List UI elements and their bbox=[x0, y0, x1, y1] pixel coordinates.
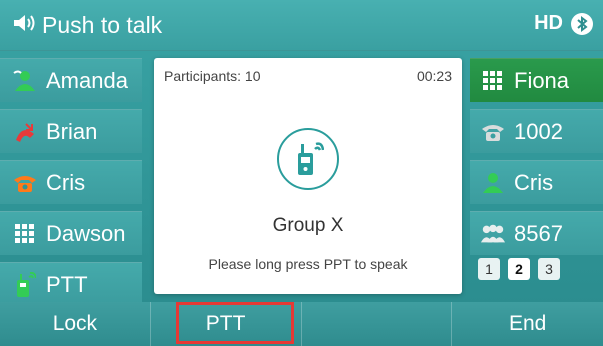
page-1[interactable]: 1 bbox=[478, 258, 500, 280]
page-3[interactable]: 3 bbox=[538, 258, 560, 280]
line-key-brian[interactable]: Brian bbox=[0, 109, 142, 153]
line-key-label: Fiona bbox=[514, 67, 570, 93]
status-bar: Push to talk HD bbox=[0, 0, 603, 51]
line-key-label: 8567 bbox=[514, 220, 563, 246]
walkie-talkie-icon bbox=[12, 271, 38, 298]
lock-softkey[interactable]: Lock bbox=[0, 302, 151, 346]
empty-softkey[interactable] bbox=[302, 302, 453, 346]
walkie-talkie-icon bbox=[277, 128, 339, 190]
speak-hint: Please long press PPT to speak bbox=[208, 256, 408, 272]
line-key-dawson[interactable]: Dawson bbox=[0, 211, 142, 255]
handset-orange-icon bbox=[12, 170, 38, 196]
contact-online-icon bbox=[12, 68, 38, 94]
ptt-softkey[interactable]: PTT bbox=[151, 302, 302, 346]
right-line-keys: Fiona 1002 Cris 8567 bbox=[470, 58, 603, 262]
group-name: Group X bbox=[272, 215, 344, 236]
line-key-ptt[interactable]: PTT bbox=[0, 262, 142, 306]
softkey-bar: Lock PTT End bbox=[0, 302, 603, 346]
line-key-label: Brian bbox=[46, 118, 98, 144]
hd-badge: HD bbox=[534, 12, 563, 34]
ptt-call-panel: Participants: 10 00:23 Group X Please lo… bbox=[154, 58, 462, 294]
line-key-cris-right[interactable]: Cris bbox=[470, 160, 603, 204]
title-group: Push to talk bbox=[12, 11, 162, 39]
line-key-label: 1002 bbox=[514, 118, 563, 144]
line-key-label: Dawson bbox=[46, 220, 126, 246]
line-key-1002[interactable]: 1002 bbox=[470, 109, 603, 153]
page-indicator: 1 2 3 bbox=[478, 258, 560, 280]
line-key-fiona[interactable]: Fiona bbox=[470, 58, 603, 102]
left-line-keys: Amanda Brian Cris Dawson PTT bbox=[0, 58, 142, 313]
group-icon bbox=[480, 221, 506, 247]
call-timer: 00:23 bbox=[416, 68, 452, 84]
line-key-8567[interactable]: 8567 bbox=[470, 211, 603, 255]
bluetooth-icon bbox=[571, 12, 593, 35]
page-title: Push to talk bbox=[42, 12, 163, 38]
dialpad-icon bbox=[480, 68, 506, 94]
line-key-label: PTT bbox=[46, 271, 88, 297]
phone-gray-icon bbox=[480, 119, 506, 145]
line-key-cris[interactable]: Cris bbox=[0, 160, 142, 204]
end-softkey[interactable]: End bbox=[452, 302, 603, 346]
participants-count: Participants: 10 bbox=[164, 68, 261, 84]
speaker-icon bbox=[12, 12, 36, 39]
line-key-amanda[interactable]: Amanda bbox=[0, 58, 142, 102]
status-icons: HD bbox=[534, 12, 593, 35]
contact-online-icon bbox=[480, 170, 506, 196]
missed-call-icon bbox=[12, 119, 38, 145]
phone-screen: Push to talk HD Amanda Brian Cris Dawson… bbox=[0, 0, 603, 346]
page-2[interactable]: 2 bbox=[508, 258, 530, 280]
line-key-label: Cris bbox=[514, 169, 554, 195]
line-key-label: Amanda bbox=[46, 67, 128, 93]
line-key-label: Cris bbox=[46, 169, 86, 195]
dialpad-icon bbox=[12, 221, 38, 247]
